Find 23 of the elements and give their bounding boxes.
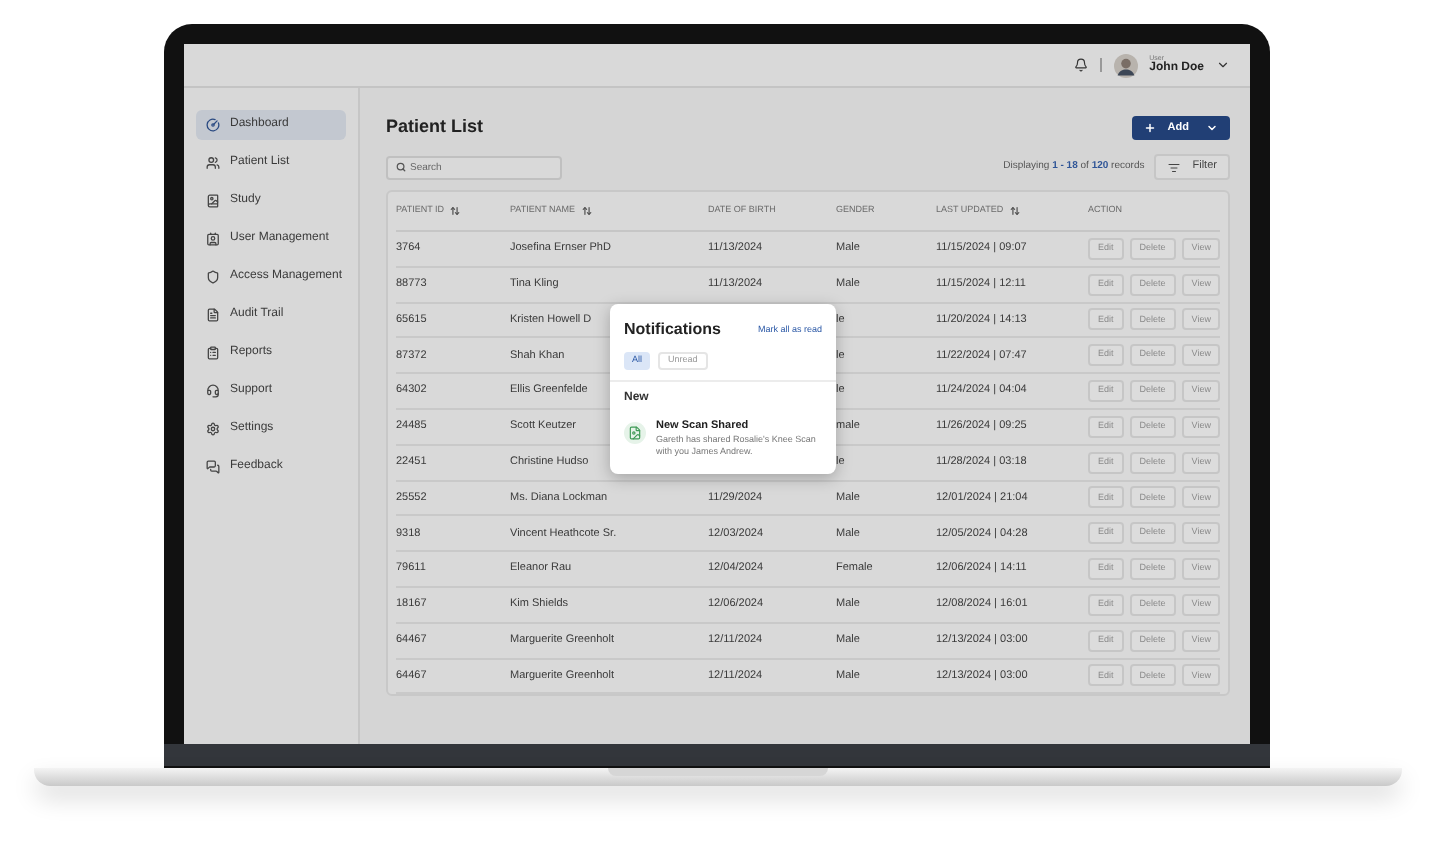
- search-icon: [396, 162, 406, 172]
- notifications-title: Notifications: [624, 318, 721, 342]
- sort-icon[interactable]: [450, 206, 461, 216]
- headset-icon: [206, 384, 220, 398]
- chat-icon: [206, 460, 220, 474]
- book-icon: [206, 194, 220, 208]
- gauge-icon: [206, 118, 220, 132]
- filter-icon: [1168, 161, 1181, 173]
- scan-icon: [624, 422, 646, 444]
- sort-icon[interactable]: [1009, 206, 1020, 216]
- clipboard-icon: [206, 346, 220, 360]
- chevron-down-icon: [1206, 122, 1219, 134]
- settings-icon: [206, 422, 220, 436]
- document-icon: [206, 308, 220, 322]
- chevron-down-icon[interactable]: [1216, 58, 1230, 72]
- users-icon: [206, 156, 220, 170]
- avatar-icon[interactable]: [1113, 53, 1138, 77]
- plus-icon: [1143, 122, 1156, 134]
- contact-card-icon: [206, 232, 220, 246]
- shield-icon: [206, 270, 220, 284]
- page-title: Patient List: [386, 114, 484, 141]
- sort-icon[interactable]: [581, 206, 592, 216]
- bell-icon[interactable]: [1073, 58, 1088, 72]
